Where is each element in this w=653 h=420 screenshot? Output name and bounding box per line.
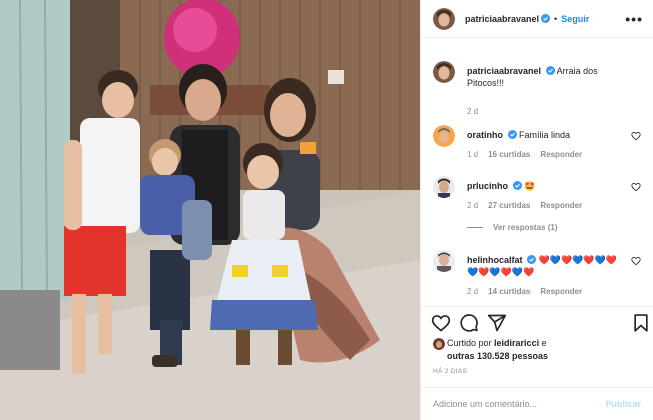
comment-body: oratinho Família linda bbox=[467, 129, 623, 141]
caption-meta: 2 d bbox=[467, 107, 478, 116]
family-photo-illustration bbox=[0, 0, 420, 420]
follow-button[interactable]: Seguir bbox=[561, 14, 589, 24]
liked-by-user[interactable]: leidiraricci bbox=[494, 338, 539, 348]
verified-badge-icon bbox=[545, 66, 555, 75]
author-username[interactable]: patriciaabravanel bbox=[465, 14, 539, 24]
caption-body: patriciaabravanel Arraia dos Pitocos!!! bbox=[467, 65, 623, 89]
separator-dot: • bbox=[554, 13, 558, 24]
liked-by-and: e bbox=[541, 338, 547, 348]
comment-like-icon[interactable] bbox=[631, 256, 641, 266]
comment-icon[interactable] bbox=[459, 313, 479, 333]
reply-button[interactable]: Responder bbox=[540, 201, 582, 210]
comment-body: helinhocalfat ❤️💙❤️💙❤️💙❤️💙❤️💙❤️💙❤️ bbox=[467, 254, 623, 278]
publish-button[interactable]: Publicar bbox=[605, 399, 641, 409]
liked-by-text: Curtido por leidiraricci e outras 130.52… bbox=[433, 337, 641, 363]
comment-meta: 2 d 27 curtidas Responder bbox=[467, 201, 582, 210]
share-icon[interactable] bbox=[487, 313, 507, 333]
liker-avatar[interactable] bbox=[433, 338, 445, 350]
comment-like-icon[interactable] bbox=[631, 131, 641, 141]
comment-item: helinhocalfat ❤️💙❤️💙❤️💙❤️💙❤️💙❤️💙❤️ 2 d 1… bbox=[433, 250, 641, 302]
reply-button[interactable]: Responder bbox=[540, 287, 582, 296]
commenter-avatar[interactable] bbox=[433, 250, 455, 272]
liked-by-others[interactable]: outras 130.528 pessoas bbox=[447, 351, 548, 361]
post-timestamp[interactable]: HÁ 2 DIAS bbox=[433, 368, 467, 375]
comment-input[interactable] bbox=[433, 399, 606, 409]
comment-text: Família linda bbox=[519, 130, 571, 140]
verified-badge-icon bbox=[512, 181, 522, 190]
comment-likes[interactable]: 27 curtidas bbox=[488, 201, 530, 210]
bookmark-icon[interactable] bbox=[631, 313, 651, 333]
comment-meta: 1 d 16 curtidas Responder bbox=[467, 150, 582, 159]
view-replies-label[interactable]: Ver respostas (1) bbox=[493, 223, 557, 232]
view-replies-button[interactable]: Ver respostas (1) bbox=[467, 223, 557, 232]
comment-age: 2 d bbox=[467, 201, 479, 210]
post-photo[interactable] bbox=[0, 0, 420, 420]
comment-username[interactable]: helinhocalfat bbox=[467, 255, 523, 265]
replies-line bbox=[467, 227, 483, 228]
comment-item: prlucinho 🤩 2 d 27 curtidas Responder bbox=[433, 176, 641, 216]
add-comment-bar: Publicar bbox=[421, 387, 653, 420]
liked-by-prefix: Curtido por bbox=[447, 338, 492, 348]
caption: patriciaabravanel Arraia dos Pitocos!!! … bbox=[433, 61, 641, 116]
comment-item: oratinho Família linda 1 d 16 curtidas R… bbox=[433, 125, 641, 165]
liked-by-summary: Curtido por leidiraricci e outras 130.52… bbox=[433, 337, 641, 363]
comment-age: 2 d bbox=[467, 287, 479, 296]
caption-username[interactable]: patriciaabravanel bbox=[467, 66, 541, 76]
comment-like-icon[interactable] bbox=[631, 182, 641, 192]
comment-age: 1 d bbox=[467, 150, 479, 159]
author-avatar[interactable] bbox=[433, 61, 455, 83]
commenter-avatar[interactable] bbox=[433, 176, 455, 198]
comment-meta: 2 d 14 curtidas Responder bbox=[467, 287, 582, 296]
comment-username[interactable]: prlucinho bbox=[467, 181, 508, 191]
reply-button[interactable]: Responder bbox=[540, 150, 582, 159]
commenter-avatar[interactable] bbox=[433, 125, 455, 147]
comment-likes[interactable]: 14 curtidas bbox=[488, 287, 530, 296]
more-options-icon[interactable]: ••• bbox=[625, 12, 643, 26]
caption-age: 2 d bbox=[467, 107, 479, 116]
verified-badge-icon bbox=[507, 130, 517, 139]
author-avatar[interactable] bbox=[433, 7, 455, 30]
comment-likes[interactable]: 16 curtidas bbox=[488, 150, 530, 159]
comment-text: 🤩 bbox=[524, 181, 536, 191]
comment-username[interactable]: oratinho bbox=[467, 130, 503, 140]
post-header: patriciaabravanel • Seguir ••• bbox=[421, 0, 653, 38]
heart-icon[interactable] bbox=[431, 313, 451, 333]
comment-body: prlucinho 🤩 bbox=[467, 180, 623, 192]
verified-badge-icon bbox=[527, 255, 537, 264]
verified-badge-icon bbox=[541, 14, 551, 23]
post-side-panel: patriciaabravanel • Seguir ••• patriciaa… bbox=[420, 0, 653, 420]
comments-list: patriciaabravanel Arraia dos Pitocos!!! … bbox=[421, 53, 653, 305]
post-actions-bar bbox=[421, 306, 653, 336]
